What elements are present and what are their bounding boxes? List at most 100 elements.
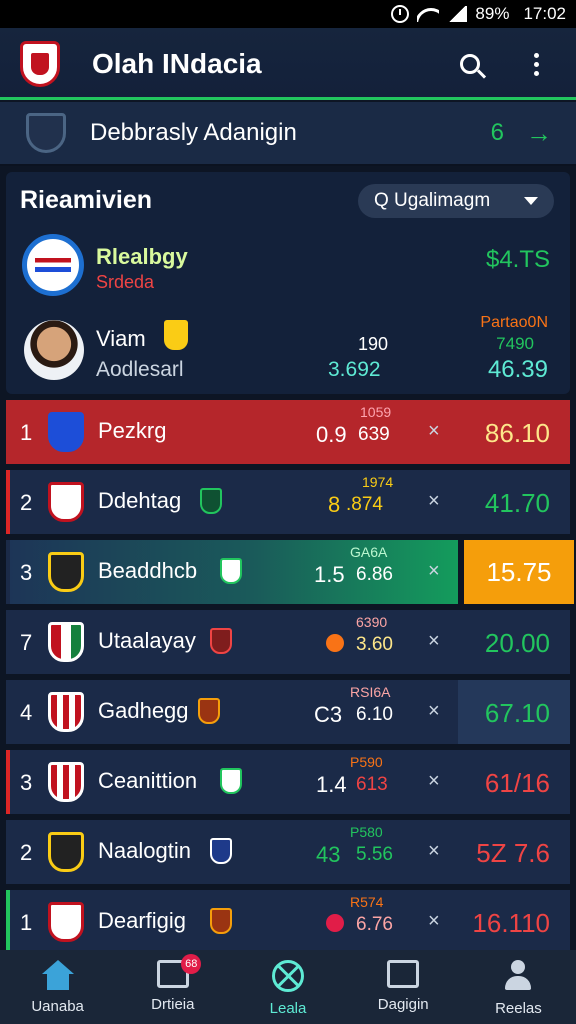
battery-level: 89% — [475, 4, 510, 23]
team-crest-icon — [48, 692, 84, 732]
goal-diff: .874 — [346, 494, 383, 515]
team-name: Utaalayay — [98, 628, 196, 653]
rank: 2 — [20, 490, 33, 515]
nav-board[interactable]: Dagigin — [346, 950, 461, 1024]
team-crest-icon — [48, 622, 84, 662]
table-row[interactable]: 2 Naalogtin P580 43 5.56 × 5Z 7.6 — [6, 820, 570, 884]
goal-diff: 5.56 — [356, 844, 393, 865]
goal-diff: 6.86 — [356, 564, 393, 585]
points: 61/16 — [484, 768, 550, 798]
ball-icon — [272, 960, 304, 992]
team-name: Ceanittion — [98, 768, 198, 793]
team-crest-icon — [48, 482, 84, 522]
close-icon[interactable]: × — [428, 490, 440, 513]
player-stat-top: 190 — [358, 334, 389, 354]
points: 86.10 — [484, 418, 550, 448]
points: 16.110 — [472, 908, 550, 938]
standings-list: 1 Pezkrg 1059 0.9 639 × 86.10 2 Ddehtag … — [6, 400, 574, 960]
table-row[interactable]: 1 Dearfigig R574 6.76 × 16.110 — [6, 890, 570, 954]
points: 67.10 — [484, 698, 550, 728]
player-avatar[interactable] — [24, 320, 84, 380]
nav-matches[interactable]: Leala — [230, 950, 345, 1024]
signal-icon — [447, 6, 468, 22]
row-small-stat: RSI6A — [350, 684, 391, 700]
arrow-right-icon: → — [526, 117, 552, 148]
player-club-badge-icon — [164, 320, 188, 350]
player-stat-bottom: 3.692 — [328, 358, 381, 381]
goal-diff: 3.60 — [356, 634, 393, 655]
close-icon[interactable]: × — [428, 700, 440, 723]
board-icon — [387, 960, 420, 988]
team-name: Gadhegg — [98, 698, 189, 723]
promo-banner[interactable]: Debbrasly Adanigin 6 → — [0, 102, 576, 166]
team-crest-icon — [48, 902, 84, 942]
club-name[interactable]: Rlealbgy — [96, 244, 188, 270]
player-name[interactable]: Viam — [96, 326, 146, 352]
more-button[interactable] — [516, 44, 556, 84]
nav-label: Uanaba — [31, 998, 84, 1015]
rank: 3 — [20, 560, 33, 585]
team-name: Beaddhcb — [98, 558, 198, 583]
team-badge-icon — [220, 558, 242, 584]
team-badge-icon — [220, 768, 242, 794]
played: 43 — [316, 842, 341, 867]
team-name: Pezkrg — [98, 418, 167, 443]
wifi-icon — [417, 6, 439, 22]
rank: 7 — [20, 630, 33, 655]
stat-label: Partao0N — [480, 314, 548, 331]
search-button[interactable] — [450, 44, 490, 84]
points: 5Z 7.6 — [476, 838, 550, 868]
app-title: Olah INdacia — [92, 48, 262, 79]
points: 41.70 — [484, 488, 550, 518]
close-icon[interactable]: × — [428, 560, 440, 583]
banner-text: Debbrasly Adanigin — [90, 119, 297, 146]
rank: 1 — [20, 420, 33, 445]
table-row[interactable]: 2 Ddehtag 1974 8 .874 × 41.70 — [6, 470, 570, 534]
close-icon[interactable]: × — [428, 770, 440, 793]
rank: 2 — [20, 840, 33, 865]
close-icon[interactable]: × — [428, 840, 440, 863]
table-row[interactable]: 3 Ceanittion P590 1.4 613 × 61/16 — [6, 750, 570, 814]
row-small-stat: P580 — [350, 824, 383, 840]
played: 8 — [328, 492, 341, 517]
alarm-icon — [391, 5, 410, 23]
table-row[interactable]: 7 Utaalayay 6390 3.60 × 20.00 — [6, 610, 570, 674]
team-badge-icon — [210, 838, 232, 864]
goal-diff: 613 — [356, 774, 388, 795]
team-name: Dearfigig — [98, 908, 187, 933]
rank: 1 — [20, 910, 33, 935]
clock: 17:02 — [523, 4, 566, 23]
played: 1.5 — [314, 562, 345, 587]
user-icon — [502, 960, 534, 992]
search-icon — [460, 54, 480, 74]
status-bar: 89% 17:02 — [0, 0, 576, 28]
ball-icon — [326, 634, 344, 652]
ball-icon — [326, 914, 344, 932]
club-subtitle: Srdeda — [96, 272, 155, 292]
team-badge-icon — [210, 908, 232, 934]
table-row[interactable]: 1 Pezkrg 1059 0.9 639 × 86.10 — [6, 400, 570, 464]
nav-home[interactable]: Uanaba — [0, 950, 115, 1024]
team-crest-icon — [48, 412, 84, 452]
table-row[interactable]: 3 Beaddhcb GA6A 1.5 6.86 × 15.75 — [6, 540, 574, 604]
nav-inbox[interactable]: 68 Drtieia — [115, 950, 230, 1024]
points: 15.75 — [464, 540, 574, 604]
more-vert-icon — [533, 52, 539, 76]
team-crest-icon — [48, 552, 84, 592]
nav-profile[interactable]: Reelas — [461, 950, 576, 1024]
close-icon[interactable]: × — [428, 630, 440, 653]
close-icon[interactable]: × — [428, 420, 440, 443]
goal-diff: 6.10 — [356, 704, 393, 725]
played: 0.9 — [316, 422, 347, 447]
team-badge-icon — [198, 698, 220, 724]
stat-value-2: 46.39 — [487, 356, 548, 383]
filter-dropdown[interactable]: Q Ugalimagm — [358, 184, 554, 218]
app-bar: Olah INdacia — [0, 28, 576, 100]
notification-badge: 68 — [181, 954, 202, 974]
row-small-stat: GA6A — [350, 544, 388, 560]
row-small-stat: 6390 — [356, 614, 388, 630]
goal-diff: 639 — [358, 424, 390, 445]
table-row[interactable]: 4 Gadhegg RSI6A C3 6.10 × 67.10 — [6, 680, 570, 744]
chevron-down-icon — [524, 197, 538, 205]
close-icon[interactable]: × — [428, 910, 440, 933]
